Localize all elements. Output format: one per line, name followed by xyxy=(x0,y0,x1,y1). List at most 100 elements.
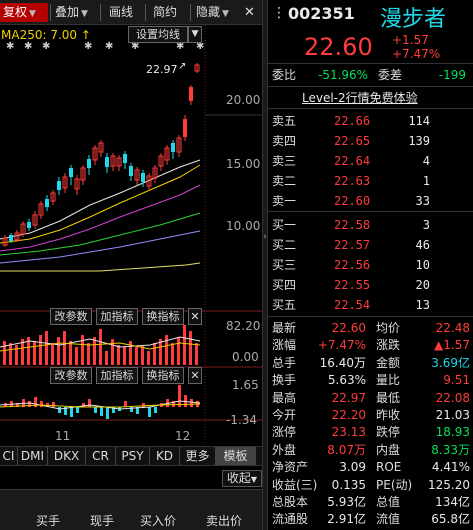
stat-label: 换手 xyxy=(272,373,297,388)
tab-template[interactable]: 模板 xyxy=(216,447,256,465)
overlay-dropdown[interactable]: 叠加 ▼ xyxy=(52,3,98,22)
level-price: 22.65 xyxy=(334,134,371,148)
level-volume: 10 xyxy=(415,258,430,272)
weibi-row: 委比 -51.96% 委差 -199 xyxy=(272,66,472,85)
simple-button[interactable]: 简约 xyxy=(150,3,190,22)
tab-ci[interactable]: CI xyxy=(0,447,18,465)
level2-link[interactable]: Level-2行情免费体验 xyxy=(302,89,418,106)
level-label: 买三 xyxy=(272,258,297,272)
draw-line-label: 画线 xyxy=(109,5,134,19)
ask-row[interactable]: 卖四 22.65 139 xyxy=(272,132,468,151)
stat-label: 昨收 xyxy=(376,408,401,422)
y-tick: 10.00 xyxy=(226,219,261,233)
stat-value: 2.91亿 xyxy=(327,512,366,527)
bid-row[interactable]: 买一 22.58 3 xyxy=(272,216,468,235)
tab-psy[interactable]: PSY xyxy=(116,447,150,465)
level-price: 22.56 xyxy=(334,258,371,272)
fuquan-dropdown[interactable]: 复权 ▼ xyxy=(0,3,48,22)
bid-row[interactable]: 买二 22.57 46 xyxy=(272,236,468,255)
arrow-icon: ↗ xyxy=(178,61,187,72)
divider xyxy=(100,4,101,21)
ask-row[interactable]: 卖二 22.63 1 xyxy=(272,172,468,191)
stat-value: 22.97 xyxy=(331,390,366,405)
stat-label: 涨幅 xyxy=(272,338,297,353)
ask-row[interactable]: 卖三 22.64 4 xyxy=(272,152,468,171)
collapse-button[interactable]: 收起▼ xyxy=(222,470,262,487)
hide-label: 隐藏 xyxy=(196,5,221,19)
close-icon[interactable]: ✕ xyxy=(241,3,261,22)
close-icon[interactable]: ✕ xyxy=(188,308,202,325)
bid-row[interactable]: 买四 22.55 20 xyxy=(272,276,468,295)
sub2-param-button[interactable]: 改参数 xyxy=(50,367,92,384)
overlay-label: 叠加 xyxy=(55,5,80,19)
level-price: 22.58 xyxy=(334,218,371,232)
stock-change-pct: +7.47% xyxy=(392,47,441,61)
sub1-switch-indicator-button[interactable]: 换指标 xyxy=(142,308,184,325)
stat-value: 3.09 xyxy=(339,460,366,475)
stat-label: 收益(三) xyxy=(272,477,318,492)
stat-row: 净资产 3.09 ROE 4.41% xyxy=(272,459,470,476)
level-label: 卖五 xyxy=(272,114,297,128)
close-icon[interactable]: ✕ xyxy=(188,367,202,384)
stat-value: 22.48 xyxy=(435,321,470,335)
level-price: 22.55 xyxy=(334,278,371,292)
level-volume: 3 xyxy=(422,218,430,232)
stat-value: 22.20 xyxy=(331,408,366,422)
y-tick: -1.34 xyxy=(226,413,258,427)
level-label: 卖二 xyxy=(272,174,297,188)
stock-price: 22.60 xyxy=(304,33,373,61)
bid-row[interactable]: 买五 22.54 13 xyxy=(272,296,468,315)
sub2-add-indicator-button[interactable]: 加指标 xyxy=(96,367,138,384)
chevron-down-icon: ▼ xyxy=(29,9,36,19)
ask-row[interactable]: 卖一 22.60 33 xyxy=(272,192,468,211)
draw-line-button[interactable]: 画线 xyxy=(106,3,146,22)
stat-label: 流通股 xyxy=(272,512,309,527)
stock-name[interactable]: 漫步者 xyxy=(380,1,446,33)
panel-splitter[interactable] xyxy=(262,0,268,530)
tab-dmi[interactable]: DMI xyxy=(18,447,48,465)
weibi-label: 委比 xyxy=(272,68,297,82)
stat-value: 3.69亿 xyxy=(431,355,470,370)
stat-label: 流值 xyxy=(376,512,401,527)
weicha-value: -199 xyxy=(438,68,466,82)
stat-value: 23.13 xyxy=(331,425,366,440)
ask-row[interactable]: 卖五 22.66 114 xyxy=(272,112,468,131)
stat-row: 涨停 23.13 跌停 18.93 xyxy=(272,424,470,441)
chevron-right-icon[interactable]: › xyxy=(262,230,268,244)
divider xyxy=(268,86,473,87)
tab-dkx[interactable]: DKX xyxy=(48,447,86,465)
level-price: 22.66 xyxy=(334,114,371,128)
level-price: 22.54 xyxy=(334,298,371,312)
hide-dropdown[interactable]: 隐藏 ▼ xyxy=(193,3,239,22)
sub2-switch-indicator-button[interactable]: 换指标 xyxy=(142,367,184,384)
set-ma-button[interactable]: 设置均线 xyxy=(128,26,188,43)
stat-row: 今开 22.20 昨收 21.03 xyxy=(272,407,470,424)
svg-text:✱: ✱ xyxy=(6,41,14,52)
sub1-param-button[interactable]: 改参数 xyxy=(50,308,92,325)
svg-text:✱: ✱ xyxy=(84,41,92,52)
simple-label: 简约 xyxy=(153,5,178,19)
y-tick: 82.20 xyxy=(226,319,261,333)
level-price: 22.60 xyxy=(334,194,371,208)
tab-more[interactable]: 更多 xyxy=(180,447,216,465)
stat-label: 总股本 xyxy=(272,495,309,509)
kline-chart[interactable]: ✱ ✱ ✱ ✱ ✱ ✱ ✱ ✱ MA250: 7.00 ↑ 设置均线 ▼ 22.… xyxy=(0,25,262,450)
level-label: 买四 xyxy=(272,278,297,292)
bid-row[interactable]: 买三 22.56 10 xyxy=(272,256,468,275)
chevron-down-icon[interactable]: ▼ xyxy=(188,26,202,43)
tab-kd[interactable]: KD xyxy=(150,447,180,465)
stat-value: 134亿 xyxy=(435,495,470,509)
stat-label: 内盘 xyxy=(376,442,401,457)
stat-value: 5.63% xyxy=(327,373,366,388)
trade-bar: 买手 现手 买入价 卖出价 xyxy=(0,489,262,530)
stat-value: 22.08 xyxy=(435,390,470,405)
stat-value: 0.135 xyxy=(331,477,366,492)
stat-row: 流通股 2.91亿 流值 65.8亿 xyxy=(272,511,470,528)
sub1-add-indicator-button[interactable]: 加指标 xyxy=(96,308,138,325)
stat-row: 收益(三) 0.135 PE(动) 125.20 xyxy=(272,477,470,494)
chevron-down-icon[interactable]: ⋮ xyxy=(272,5,286,21)
chart-toolbar: 复权 ▼ 叠加 ▼ 画线 简约 隐藏 ▼ ✕ xyxy=(0,0,262,25)
level-volume: 1 xyxy=(422,174,430,188)
stat-value: ▲1.57 xyxy=(434,338,470,353)
tab-cr[interactable]: CR xyxy=(86,447,116,465)
